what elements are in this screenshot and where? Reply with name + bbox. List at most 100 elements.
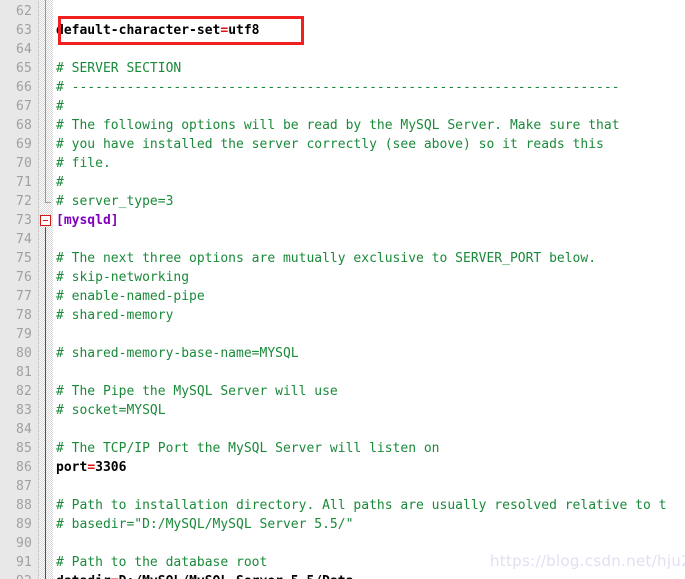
comment-token: # [56,99,64,114]
line-number: 79 [15,327,32,342]
code-line-78[interactable]: 78 # shared-memory [0,306,685,325]
line-number: 65 [15,61,32,76]
code-text[interactable]: # The TCP/IP Port the MySQL Server will … [56,439,440,458]
code-line-66[interactable]: 66 # ------------------------------------… [0,78,685,97]
line-number: 85 [15,441,32,456]
code-text[interactable]: # --------------------------------------… [56,78,620,97]
comment-token: # basedir="D:/MySQL/MySQL Server 5.5/" [56,517,354,532]
assignment-operator: = [111,574,119,579]
code-line-85[interactable]: 85 # The TCP/IP Port the MySQL Server wil… [0,439,685,458]
line-number: 82 [15,384,32,399]
code-line-87[interactable]: 87 [0,477,685,496]
code-line-90[interactable]: 90 [0,534,685,553]
line-number: 90 [15,536,32,551]
code-text[interactable]: default-character-set=utf8 [56,21,260,40]
code-text[interactable]: # shared-memory [56,306,173,325]
comment-token: # The next three options are mutually ex… [56,251,597,266]
code-text[interactable]: # SERVER SECTION [56,59,181,78]
line-number: 92 [0,572,32,579]
watermark-text: https://blog.csdn.net/hju22 [490,552,685,570]
code-text[interactable]: # The Pipe the MySQL Server will use [56,382,338,401]
code-text[interactable]: # skip-networking [56,268,189,287]
setting-key: datadir [56,574,111,579]
code-line-89[interactable]: 89 # basedir="D:/MySQL/MySQL Server 5.5/" [0,515,685,534]
code-line-69[interactable]: 69 # you have installed the server correc… [0,135,685,154]
line-number: 64 [15,42,32,57]
comment-token: # SERVER SECTION [56,61,182,76]
line-number: 76 [15,270,32,285]
line-number: 83 [15,403,32,418]
code-line-79[interactable]: 79 [0,325,685,344]
code-line-92[interactable]: 92 datadir=D:/MySQL/MySQL Server 5.5/Data [0,572,685,579]
code-line-88[interactable]: 88 # Path to installation directory. All … [0,496,685,515]
line-number: 84 [15,422,32,437]
code-text[interactable]: # shared-memory-base-name=MYSQL [56,344,299,363]
code-line-71[interactable]: 71 # [0,173,685,192]
code-text[interactable]: # enable-named-pipe [56,287,205,306]
code-text[interactable]: # Path to the database root [56,553,267,572]
code-line-86[interactable]: 86 port=3306 [0,458,685,477]
comment-token: # shared-memory [56,308,174,323]
comment-token: # Path to the database root [56,555,268,570]
code-text[interactable]: # Path to installation directory. All pa… [56,496,666,515]
line-number: 80 [15,346,32,361]
line-number: 72 [15,194,32,209]
code-line-72[interactable]: 72 # server_type=3 [0,192,685,211]
code-line-64[interactable]: 64 [0,40,685,59]
line-number: 78 [15,308,32,323]
code-line-82[interactable]: 82 # The Pipe the MySQL Server will use [0,382,685,401]
code-line-63[interactable]: 63 default-character-set=utf8 [0,21,685,40]
code-text[interactable]: datadir=D:/MySQL/MySQL Server 5.5/Data [56,572,353,579]
setting-value: 3306 [95,460,127,475]
code-line-73[interactable]: 73 [mysqld] [0,211,685,230]
line-number: 67 [15,99,32,114]
line-number: 73 [15,213,32,228]
comment-token: # enable-named-pipe [56,289,205,304]
code-line-74[interactable]: 74 [0,230,685,249]
comment-token: # Path to installation directory. All pa… [56,498,667,513]
code-text[interactable]: # basedir="D:/MySQL/MySQL Server 5.5/" [56,515,353,534]
code-text[interactable]: # socket=MYSQL [56,401,166,420]
code-line-80[interactable]: 80 # shared-memory-base-name=MYSQL [0,344,685,363]
line-number: 88 [15,498,32,513]
comment-token: # The TCP/IP Port the MySQL Server will … [56,441,440,456]
code-text[interactable]: port=3306 [56,458,126,477]
indent-guide-line [45,0,46,202]
code-text[interactable]: # you have installed the server correctl… [56,135,604,154]
code-text[interactable]: # The next three options are mutually ex… [56,249,596,268]
code-text[interactable]: # The following options will be read by … [56,116,620,135]
code-text[interactable]: # server_type=3 [56,192,173,211]
line-number: 68 [15,118,32,133]
code-line-77[interactable]: 77 # enable-named-pipe [0,287,685,306]
line-number: 71 [15,175,32,190]
code-line-67[interactable]: 67 # [0,97,685,116]
code-line-62[interactable]: 62 [0,2,685,21]
code-line-68[interactable]: 68 # The following options will be read b… [0,116,685,135]
comment-token: # server_type=3 [56,194,174,209]
assignment-operator: = [87,460,96,475]
code-text[interactable]: # [56,97,64,116]
comment-token: # shared-memory-base-name=MYSQL [56,346,299,361]
code-line-65[interactable]: 65 # SERVER SECTION [0,59,685,78]
code-line-83[interactable]: 83 # socket=MYSQL [0,401,685,420]
comment-token: # [56,175,64,190]
line-number: 77 [15,289,32,304]
setting-key: default-character-set [56,23,221,38]
code-line-84[interactable]: 84 [0,420,685,439]
line-number: 74 [15,232,32,247]
fold-region-end-marker [45,194,51,203]
code-line-70[interactable]: 70 # file. [0,154,685,173]
code-text[interactable]: # file. [56,154,111,173]
code-editor[interactable]: 62 63 default-character-set=utf8 64 65 # SERV… [0,0,685,579]
line-number: 63 [15,23,32,38]
code-line-75[interactable]: 75 # The next three options are mutually … [0,249,685,268]
line-number: 75 [15,251,32,266]
code-text[interactable]: [mysqld] [56,211,119,230]
setting-value: utf8 [228,23,260,38]
code-line-81[interactable]: 81 [0,363,685,382]
code-line-76[interactable]: 76 # skip-networking [0,268,685,287]
code-text[interactable]: # [56,173,64,192]
line-number: 66 [15,80,32,95]
setting-key: port [56,460,88,475]
fold-collapse-icon[interactable] [40,215,51,226]
